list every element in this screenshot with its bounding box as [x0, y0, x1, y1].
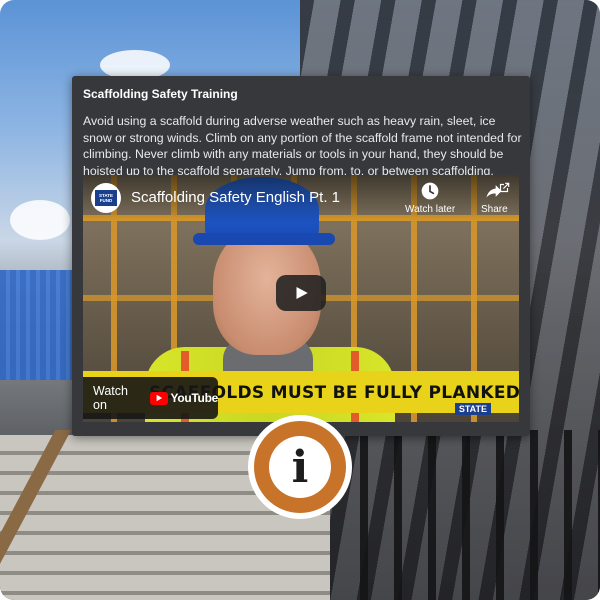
info-hotspot[interactable]: i: [236, 411, 364, 523]
info-card-title: Scaffolding Safety Training: [83, 87, 238, 101]
hard-hat-brim: [193, 233, 335, 245]
info-symbol: i: [291, 441, 309, 493]
watch-on-label: Watch on: [93, 384, 128, 412]
info-card: Scaffolding Safety Training Avoid using …: [72, 76, 530, 436]
info-icon: i: [269, 436, 331, 498]
channel-avatar[interactable]: STATE FUND: [91, 183, 121, 213]
watch-later-label: Watch later: [405, 204, 456, 215]
watch-on-youtube-button[interactable]: Watch on YouTube: [83, 377, 218, 419]
info-hotspot-ring: i: [248, 415, 352, 519]
video-title[interactable]: Scaffolding Safety English Pt. 1: [131, 189, 340, 206]
watch-later-button[interactable]: Watch later: [405, 181, 455, 215]
clock-icon: [421, 182, 439, 200]
video-watermark: STATE: [454, 403, 491, 415]
youtube-wordmark: YouTube: [170, 391, 219, 405]
panorama-viewer[interactable]: Scaffolding Safety Training Avoid using …: [0, 0, 600, 600]
youtube-play-icon: [149, 391, 168, 405]
info-hotspot-outer: i: [254, 421, 346, 513]
play-button[interactable]: [276, 275, 326, 311]
play-icon: [296, 287, 308, 299]
scaffold-poles-background: [360, 430, 600, 600]
youtube-embed[interactable]: STATE FUND Scaffolding Safety English Pt…: [83, 175, 519, 422]
open-external-button[interactable]: [497, 181, 511, 200]
share-label: Share: [481, 204, 508, 215]
cloud: [10, 200, 70, 240]
channel-logo-text: STATE FUND: [95, 190, 117, 206]
info-card-body: Avoid using a scaffold during adverse we…: [83, 114, 522, 178]
youtube-logo: YouTube: [149, 391, 219, 405]
external-link-icon: [499, 182, 510, 193]
